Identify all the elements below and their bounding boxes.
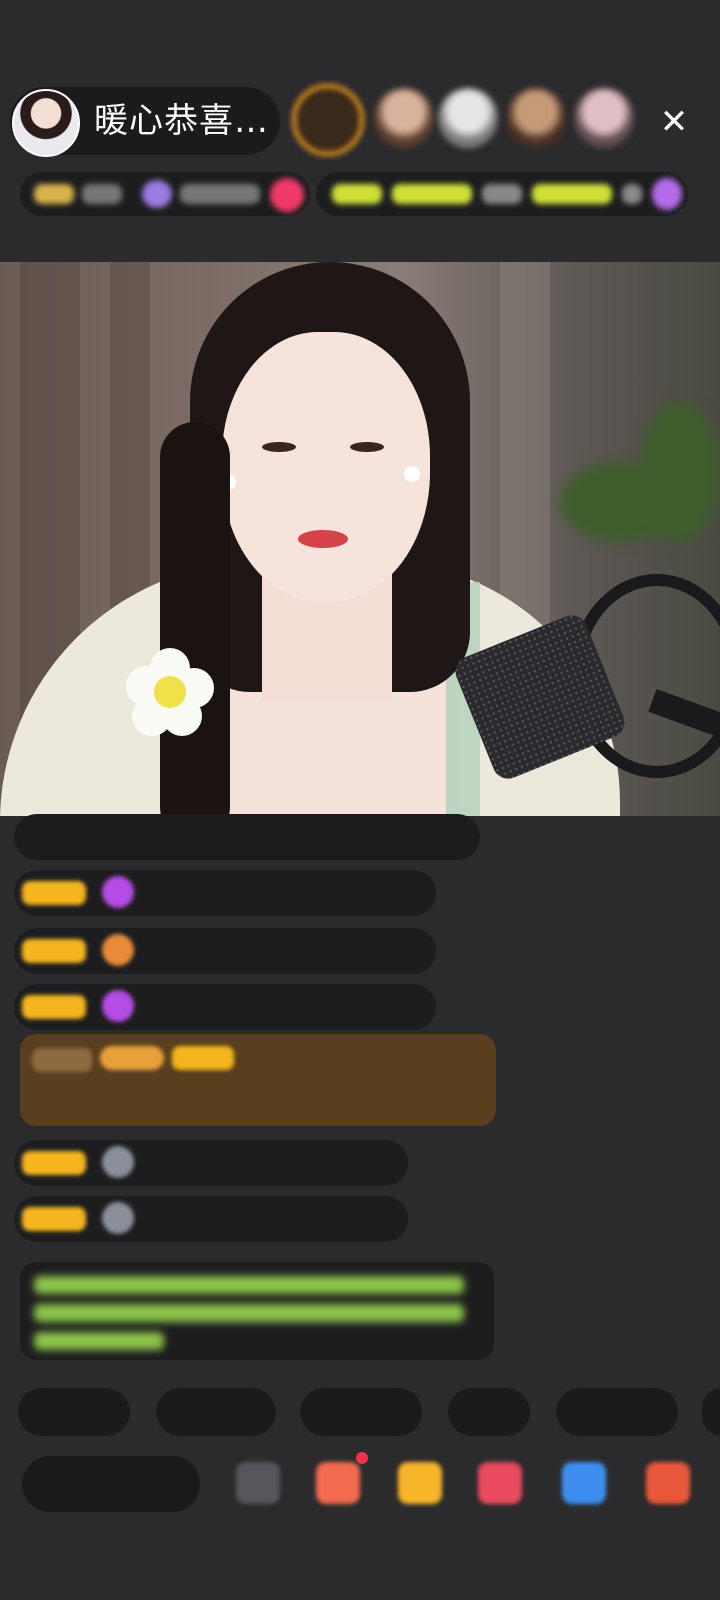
- notification-dot: [356, 1452, 368, 1464]
- chat-message: [14, 1140, 408, 1186]
- level-badge: [32, 1048, 92, 1072]
- streamer-lips: [298, 530, 348, 548]
- noble-badge: [100, 1046, 164, 1070]
- viewer-avatar[interactable]: [292, 84, 364, 156]
- streamer-face: [222, 332, 430, 602]
- top-viewers-list: [292, 84, 642, 156]
- quick-reply-chip[interactable]: [702, 1388, 720, 1436]
- room-info-bar: [20, 170, 690, 216]
- viewer-avatar[interactable]: [506, 88, 566, 148]
- pearl-earring: [404, 466, 420, 482]
- live-room-header: 暖心恭喜… ✕: [0, 0, 720, 262]
- level-badge: [22, 995, 86, 1019]
- fan-badge-icon: [102, 990, 134, 1022]
- quick-reply-chip[interactable]: [556, 1388, 678, 1436]
- chat-message: [14, 984, 436, 1030]
- level-badge: [22, 881, 86, 905]
- chat-message: [14, 928, 436, 974]
- hair-flower: [126, 648, 214, 736]
- highlighted-chat-message: [20, 1034, 496, 1126]
- bottom-action-bar: [0, 1452, 720, 1518]
- fan-badge-icon: [102, 876, 134, 908]
- level-badge: [22, 1207, 86, 1231]
- fan-badge-icon: [102, 934, 134, 966]
- close-icon[interactable]: ✕: [656, 104, 692, 140]
- viewer-avatar[interactable]: [438, 88, 498, 148]
- quick-reply-chip[interactable]: [156, 1388, 276, 1436]
- level-badge: [22, 1151, 86, 1175]
- room-tags-pill[interactable]: [316, 172, 688, 216]
- viewer-avatar[interactable]: [574, 88, 634, 148]
- grid-menu-icon[interactable]: [646, 1462, 690, 1504]
- gift-box-icon[interactable]: [316, 1462, 360, 1504]
- host-name: 暖心恭喜…: [94, 101, 269, 141]
- fan-badge-icon: [102, 1146, 134, 1178]
- red-packet-icon[interactable]: [478, 1462, 522, 1504]
- chat-message: [14, 1196, 408, 1242]
- quick-reply-chip[interactable]: [300, 1388, 422, 1436]
- host-info-pill[interactable]: 暖心恭喜…: [10, 87, 280, 157]
- gift-icon[interactable]: [398, 1462, 442, 1504]
- chat-message: [14, 814, 480, 860]
- streamer-braid: [160, 422, 230, 816]
- quick-reply-chip[interactable]: [18, 1388, 130, 1436]
- system-notice: [20, 1262, 494, 1360]
- quick-reply-chip[interactable]: [448, 1388, 530, 1436]
- level-badge: [22, 939, 86, 963]
- game-icon[interactable]: [562, 1462, 606, 1504]
- streamer-eye: [262, 442, 296, 452]
- chat-input-button[interactable]: [22, 1456, 200, 1512]
- more-icon[interactable]: [236, 1462, 280, 1504]
- fan-badge: [172, 1046, 234, 1070]
- quick-reply-row: [18, 1388, 720, 1438]
- host-avatar[interactable]: [12, 89, 80, 157]
- viewer-avatar[interactable]: [374, 88, 434, 148]
- chat-message: [14, 870, 436, 916]
- streamer-eye: [350, 442, 384, 452]
- room-rank-pill[interactable]: [20, 172, 310, 216]
- fan-badge-icon: [102, 1202, 134, 1234]
- live-video-stream[interactable]: [0, 262, 720, 816]
- background-plant: [640, 402, 720, 542]
